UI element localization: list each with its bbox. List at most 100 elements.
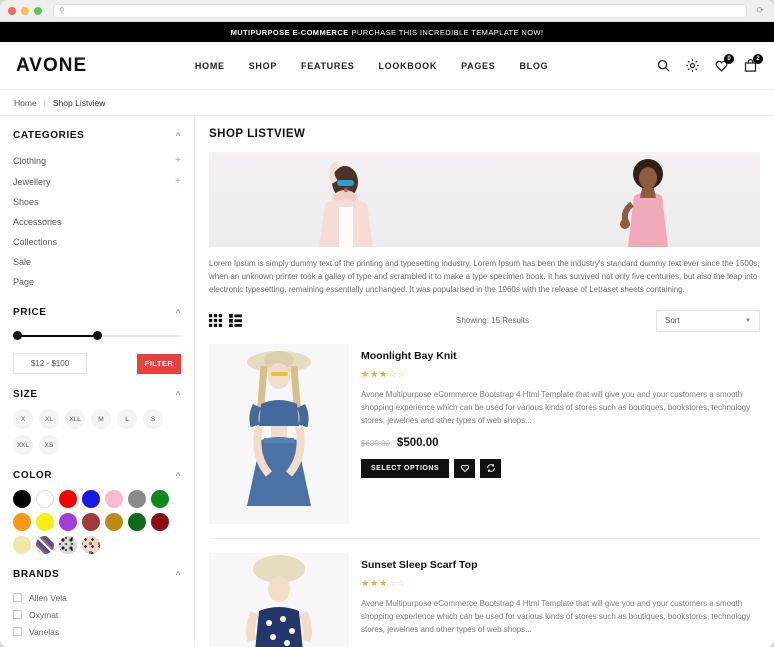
brand-checkbox[interactable]: [13, 610, 22, 619]
color-swatch-green[interactable]: [151, 490, 169, 508]
product-name[interactable]: Sunset Sleep Scarf Top: [361, 559, 760, 571]
size-option[interactable]: XL: [39, 409, 59, 429]
list-view-icon[interactable]: [229, 314, 242, 328]
sidebar-item-sale[interactable]: Sale: [13, 252, 181, 272]
brand-checkbox[interactable]: [13, 593, 22, 602]
web-page: MUTIPURPOSE E-COMMERCE PURCHASE THIS INC…: [0, 22, 774, 647]
color-swatch-pink[interactable]: [105, 490, 123, 508]
color-swatch-cream[interactable]: [13, 536, 31, 554]
product-thumbnail[interactable]: [209, 552, 349, 647]
filter-sidebar: CATEGORIES ^ Clothing + Jewellery + Shoe…: [0, 116, 195, 647]
compare-button[interactable]: [480, 458, 502, 478]
size-option[interactable]: X: [13, 409, 33, 429]
nav-item-pages[interactable]: PAGES: [461, 61, 495, 71]
sort-dropdown[interactable]: Sort ▼: [656, 309, 760, 332]
sidebar-item-shoes[interactable]: Shoes: [13, 192, 181, 212]
color-swatch-dalmatian-print[interactable]: [59, 536, 77, 554]
size-option[interactable]: XS: [39, 435, 59, 455]
chevron-up-icon[interactable]: ^: [176, 308, 181, 317]
sidebar-item-page[interactable]: Page: [13, 272, 181, 292]
breadcrumb-home[interactable]: Home: [14, 98, 37, 108]
price-range-slider[interactable]: [13, 329, 181, 343]
star-empty: ☆: [388, 368, 398, 379]
price-range-value: $12 - $100: [13, 353, 87, 374]
brands-list: Allen Vela Oxymat Vanelas: [13, 589, 181, 640]
chevron-up-icon[interactable]: ^: [176, 390, 181, 399]
nav-item-lookbook[interactable]: LOOKBOOK: [378, 61, 437, 71]
nav-item-home[interactable]: HOME: [195, 61, 225, 71]
gear-icon[interactable]: [685, 58, 700, 73]
product-list-item[interactable]: Sunset Sleep Scarf Top ★★★☆☆ Avone Multi…: [209, 552, 760, 647]
brand-label: Vanelas: [29, 626, 60, 637]
cart-icon[interactable]: 2: [743, 54, 763, 73]
product-thumbnail[interactable]: [209, 343, 349, 524]
window-minimize-button[interactable]: [21, 6, 29, 15]
chevron-up-icon[interactable]: ^: [176, 471, 181, 480]
color-swatch-denim-print[interactable]: [36, 536, 54, 554]
color-swatch-brick[interactable]: [82, 513, 100, 531]
expand-plus-icon[interactable]: +: [175, 176, 181, 187]
color-swatch-maroon[interactable]: [151, 513, 169, 531]
sidebar-item-clothing[interactable]: Clothing +: [13, 150, 181, 171]
color-swatch-gold[interactable]: [105, 513, 123, 531]
color-swatch-red[interactable]: [59, 490, 77, 508]
brand-item[interactable]: Vanelas: [13, 623, 181, 640]
slider-handle-max[interactable]: [93, 331, 102, 340]
category-label: Shoes: [13, 197, 39, 207]
promo-banner[interactable]: MUTIPURPOSE E-COMMERCE PURCHASE THIS INC…: [0, 22, 774, 42]
grid-view-icon[interactable]: [209, 314, 222, 328]
slider-handle-min[interactable]: [13, 331, 22, 340]
wishlist-icon[interactable]: 0: [714, 54, 734, 73]
window-close-button[interactable]: [8, 6, 16, 15]
nav-item-features[interactable]: FEATURES: [301, 61, 354, 71]
add-to-wishlist-button[interactable]: [454, 458, 476, 478]
color-swatch-yellow[interactable]: [36, 513, 54, 531]
main-navigation: HOME SHOP FEATURES LOOKBOOK PAGES BLOG: [87, 61, 656, 71]
color-swatch-black[interactable]: [13, 490, 31, 508]
color-header[interactable]: COLOR ^: [13, 470, 181, 490]
star-filled: ★: [361, 368, 371, 379]
size-option[interactable]: L: [117, 409, 137, 429]
categories-header[interactable]: CATEGORIES ^: [13, 130, 181, 150]
size-header[interactable]: SIZE ^: [13, 389, 181, 409]
size-option[interactable]: XXL: [13, 435, 33, 455]
sidebar-item-accessories[interactable]: Accessories: [13, 212, 181, 232]
color-swatch-dark-green[interactable]: [128, 513, 146, 531]
nav-item-shop[interactable]: SHOP: [249, 61, 277, 71]
color-swatch-leopard-print[interactable]: [82, 536, 100, 554]
address-bar[interactable]: ⚲: [53, 3, 748, 18]
product-name[interactable]: Moonlight Bay Knit: [361, 350, 760, 362]
filter-button[interactable]: FILTER: [137, 353, 181, 374]
reload-icon[interactable]: ⟳: [756, 5, 766, 16]
nav-item-blog[interactable]: BLOG: [519, 61, 548, 71]
size-option[interactable]: XLL: [65, 409, 85, 429]
color-swatch-white[interactable]: [36, 490, 54, 508]
site-logo[interactable]: AVONE: [16, 55, 87, 77]
sidebar-item-collections[interactable]: Collections: [13, 232, 181, 252]
size-option[interactable]: S: [143, 409, 163, 429]
sidebar-item-jewellery[interactable]: Jewellery +: [13, 171, 181, 192]
chevron-up-icon[interactable]: ^: [176, 131, 181, 140]
brand-item[interactable]: Oxymat: [13, 606, 181, 623]
star-filled: ★: [370, 368, 380, 379]
brand-item[interactable]: Allen Vela: [13, 589, 181, 606]
model-photo-left: [319, 161, 373, 247]
window-maximize-button[interactable]: [34, 6, 42, 15]
breadcrumb: Home | Shop Listview: [0, 90, 774, 116]
color-swatch-purple[interactable]: [59, 513, 77, 531]
color-swatch-blue[interactable]: [82, 490, 100, 508]
product-prices: $600.00 $500.00: [361, 437, 760, 449]
price-header[interactable]: PRICE ^: [13, 307, 181, 327]
product-list-item[interactable]: Moonlight Bay Knit ★★★☆☆ Avone Multipurp…: [209, 343, 760, 539]
brand-checkbox[interactable]: [13, 627, 22, 636]
search-icon[interactable]: [656, 58, 671, 73]
brands-header[interactable]: BRANDS ^: [13, 569, 181, 589]
chevron-up-icon[interactable]: ^: [176, 570, 181, 579]
expand-plus-icon[interactable]: +: [175, 155, 181, 166]
color-swatch-orange[interactable]: [13, 513, 31, 531]
select-options-button[interactable]: SELECT OPTIONS: [361, 458, 450, 478]
color-swatch-grey[interactable]: [128, 490, 146, 508]
size-option[interactable]: M: [91, 409, 111, 429]
chevron-down-icon: ▼: [745, 317, 751, 324]
brands-block: BRANDS ^ Allen Vela Oxymat Vanelas: [13, 569, 181, 640]
